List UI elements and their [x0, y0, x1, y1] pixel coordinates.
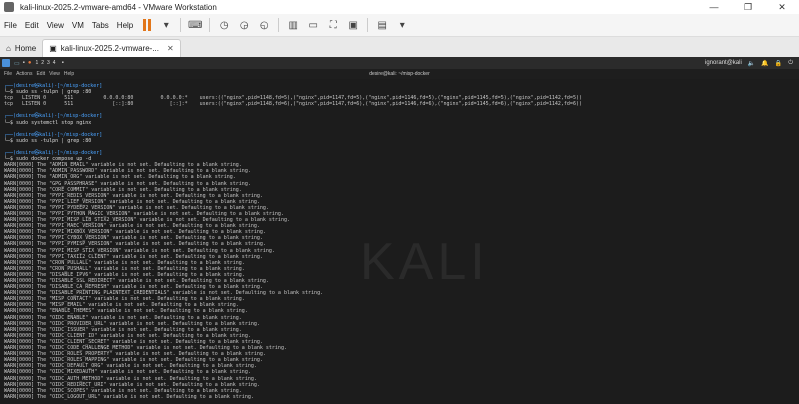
power-icon[interactable]: ⏻: [788, 60, 793, 67]
menu-file[interactable]: File: [0, 21, 21, 30]
menu-help[interactable]: Help: [113, 21, 137, 30]
terminal-menubar: desire@kali: ~/misp-docker File Actions …: [0, 69, 799, 79]
home-icon: ⌂: [6, 44, 11, 53]
tab-home[interactable]: ⌂ Home: [0, 40, 42, 57]
tab-label: kali-linux-2025.2-vmware-...: [60, 44, 160, 53]
tab-bar: ⌂ Home ▣ kali-linux-2025.2-vmware-... ✕: [0, 37, 799, 57]
thumbnail-bar-icon[interactable]: ▭: [306, 18, 320, 32]
toolbar-divider: [180, 18, 182, 32]
vmware-app-icon: [4, 2, 14, 12]
firefox-icon[interactable]: ●: [28, 60, 32, 66]
snapshot-icon[interactable]: ◷: [217, 18, 231, 32]
workspace-switcher: 1 2 3 4: [35, 60, 55, 66]
workspace-1[interactable]: 1: [35, 60, 38, 66]
revert-snapshot-icon[interactable]: ◶: [237, 18, 251, 32]
workspace-4[interactable]: 4: [53, 60, 56, 66]
terminal-launcher-icon[interactable]: ▪: [23, 60, 25, 66]
tab-kali-vm[interactable]: ▣ kali-linux-2025.2-vmware-... ✕: [42, 39, 181, 57]
vm-console[interactable]: ▭ ▪ ● 1 2 3 4 ▪ ignorant@kali 🔈 🔔 🔒 ⏻ de…: [0, 57, 799, 404]
menu-tabs[interactable]: Tabs: [88, 21, 113, 30]
volume-icon[interactable]: 🔈: [748, 60, 755, 67]
menubar: File Edit View VM Tabs Help ▾ ⌨ ◷ ◶ ◵ ▥ …: [0, 14, 799, 37]
panel-tray: ignorant@kali 🔈 🔔 🔒 ⏻: [705, 60, 793, 67]
window-title: kali-linux-2025.2-vmware-amd64 - VMware …: [20, 2, 217, 12]
window-titlebar: kali-linux-2025.2-vmware-amd64 - VMware …: [0, 0, 799, 14]
tab-label: Home: [14, 44, 37, 53]
chevron-down-icon[interactable]: ▾: [395, 18, 409, 32]
kali-menu-icon[interactable]: [2, 59, 10, 67]
restore-button[interactable]: ❐: [731, 0, 765, 14]
workspace-2[interactable]: 2: [41, 60, 44, 66]
terminal-title: desire@kali: ~/misp-docker: [369, 71, 430, 77]
kali-top-panel: ▭ ▪ ● 1 2 3 4 ▪ ignorant@kali 🔈 🔔 🔒 ⏻: [0, 57, 799, 69]
terminal-line: WARN[0000] The "OIDC_LOGOUT_URL" variabl…: [4, 393, 254, 400]
show-library-icon[interactable]: ▥: [286, 18, 300, 32]
unity-icon[interactable]: ▣: [346, 18, 360, 32]
close-tab-icon[interactable]: ✕: [167, 44, 174, 53]
close-button[interactable]: ✕: [765, 0, 799, 14]
notification-icon[interactable]: 🔔: [761, 60, 768, 67]
menu-edit[interactable]: Edit: [21, 21, 43, 30]
console-view-icon[interactable]: ▤: [375, 18, 389, 32]
chevron-down-icon[interactable]: ▾: [159, 18, 173, 32]
toolbar-divider: [367, 18, 369, 32]
lock-icon[interactable]: 🔒: [775, 60, 782, 67]
terminal-output[interactable]: ┌──(desire㉿kali)-[~/misp-docker] └─$ sudo…: [4, 83, 794, 403]
terminal-task-icon[interactable]: ▪: [62, 60, 64, 66]
user-label[interactable]: ignorant@kali: [705, 60, 742, 66]
send-ctrl-alt-del-icon[interactable]: ⌨: [188, 18, 202, 32]
minimize-button[interactable]: —: [697, 0, 731, 14]
full-screen-icon[interactable]: ⛶: [326, 18, 340, 32]
toolbar-divider: [209, 18, 211, 32]
pause-icon[interactable]: [143, 19, 153, 31]
vm-icon: ▣: [49, 44, 57, 53]
snapshot-manager-icon[interactable]: ◵: [257, 18, 271, 32]
menu-view[interactable]: View: [43, 21, 68, 30]
file-manager-icon[interactable]: ▭: [14, 60, 20, 67]
toolbar-divider: [278, 18, 280, 32]
menu-vm[interactable]: VM: [68, 21, 88, 30]
workspace-3[interactable]: 3: [47, 60, 50, 66]
window-controls: — ❐ ✕: [697, 0, 799, 14]
